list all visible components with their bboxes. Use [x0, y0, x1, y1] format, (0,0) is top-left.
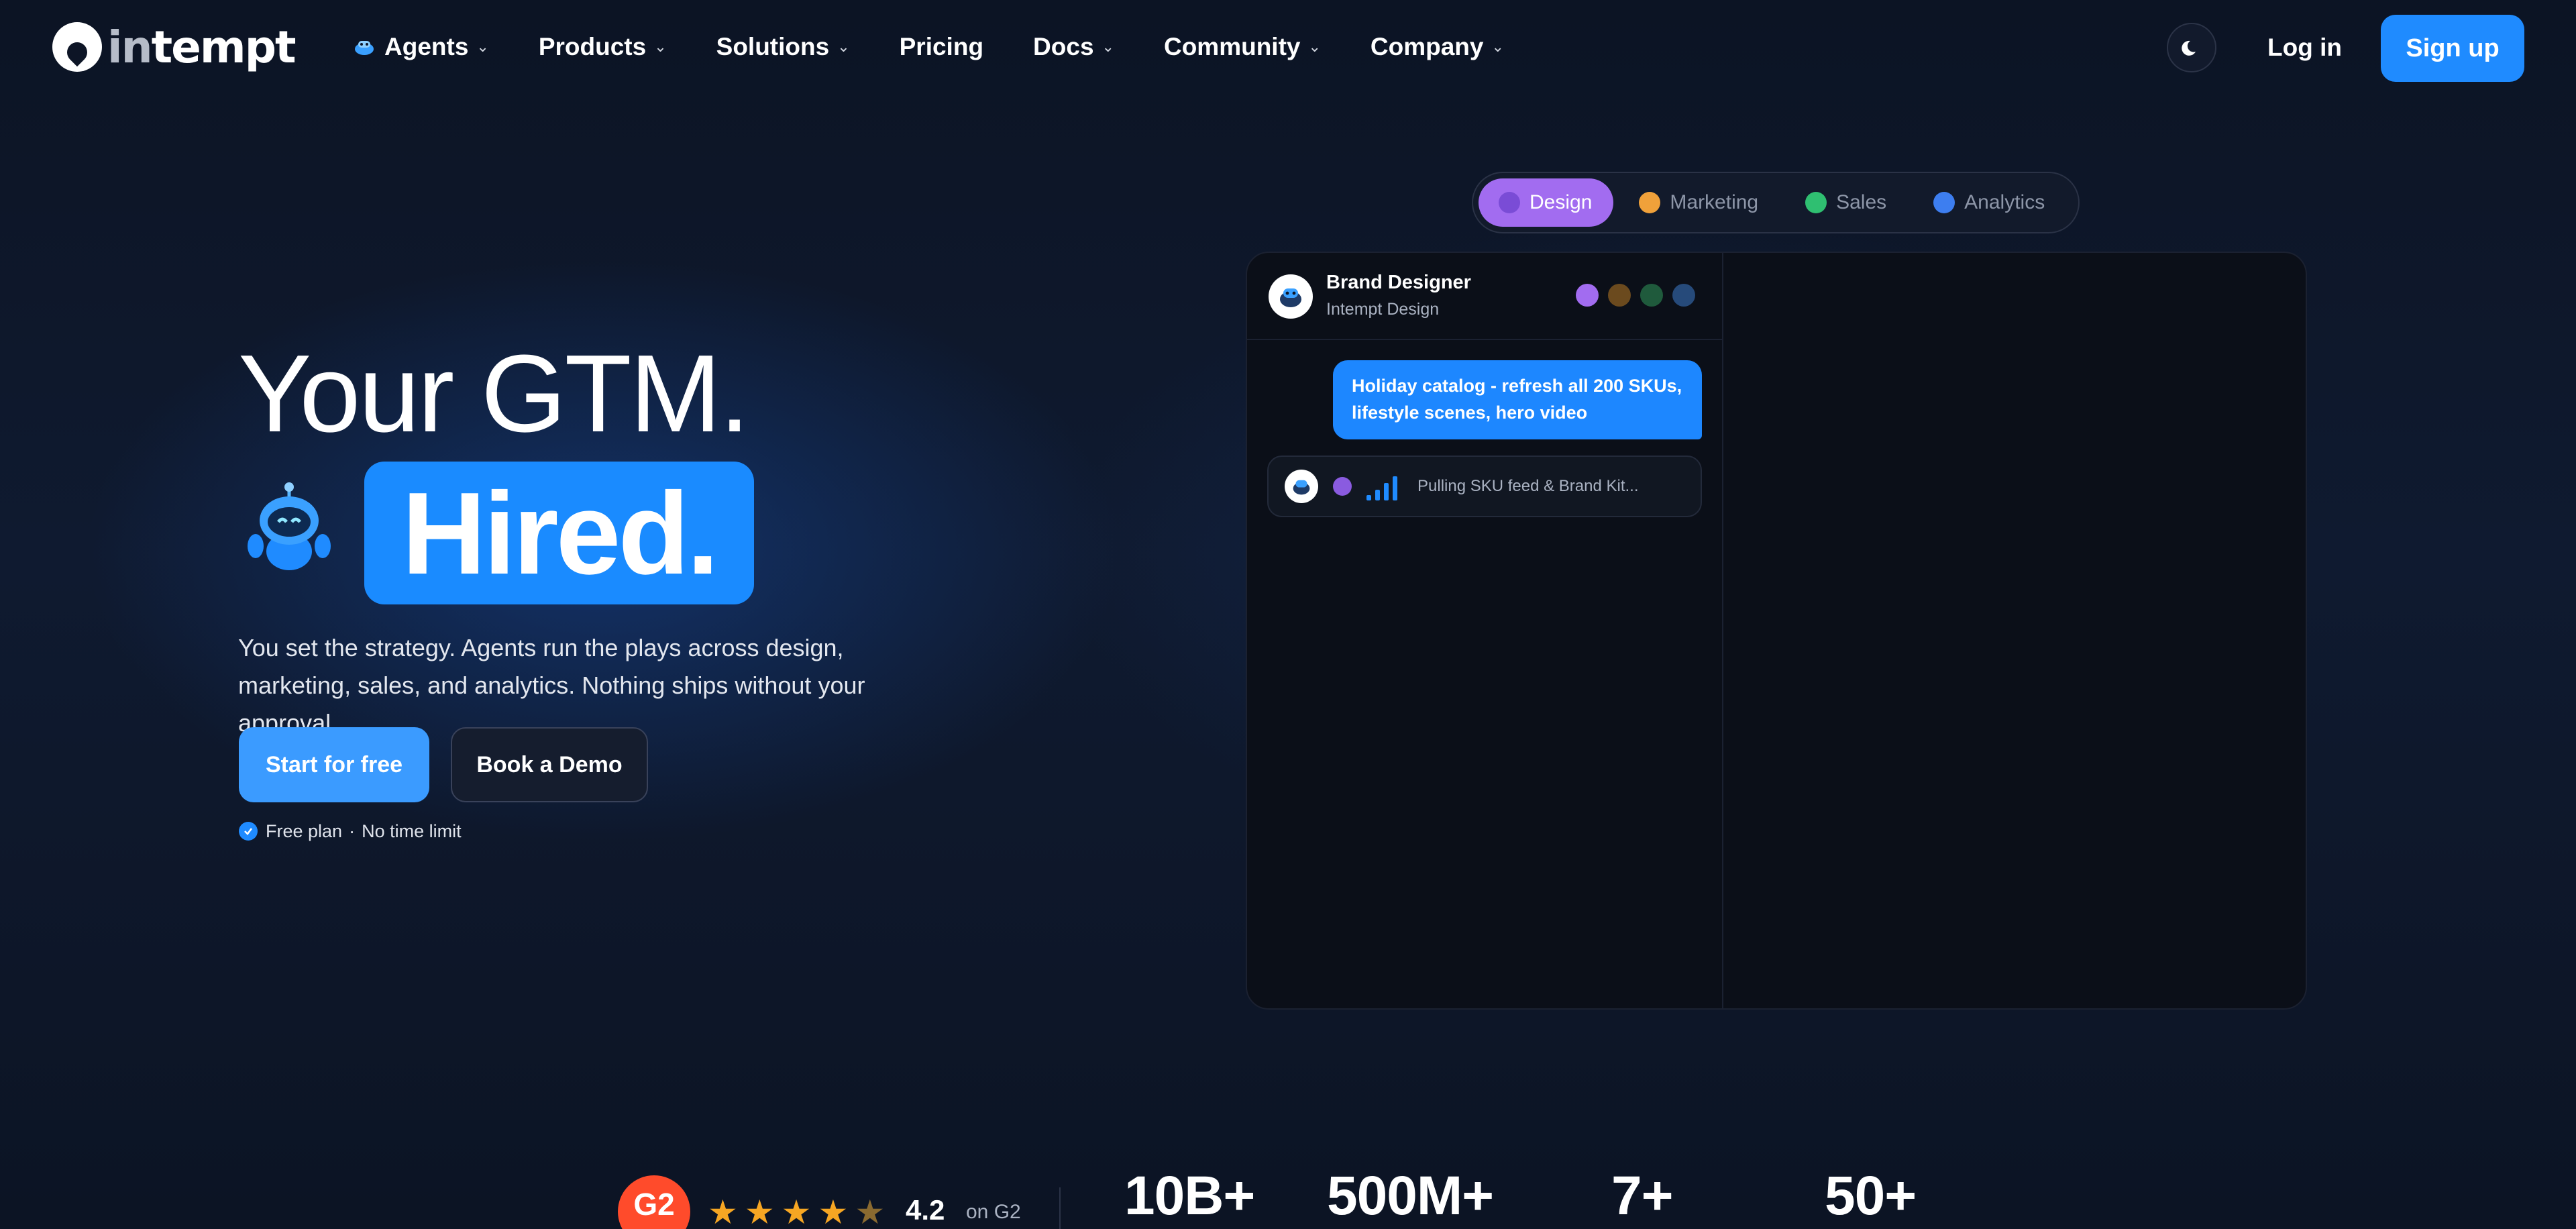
logo-mark-icon [52, 22, 102, 72]
agent-demo-panel: Brand Designer Intempt Design Holiday ca… [1246, 252, 2307, 1010]
agent-category-indicators [1576, 284, 1705, 307]
agent-robot-icon [1280, 288, 1301, 307]
nav-item-label: Products [538, 33, 647, 60]
book-demo-button[interactable]: Book a Demo [451, 727, 648, 802]
tab-label: Marketing [1670, 191, 1759, 213]
agent-robot-icon [1293, 480, 1310, 495]
nav-item-community[interactable]: Community ⌄ [1164, 33, 1321, 61]
hero-title-highlight: Hired. [401, 467, 719, 598]
star-icon: ★ [781, 1193, 812, 1229]
start-for-free-button[interactable]: Start for free [239, 727, 429, 802]
chevron-down-icon: ⌄ [1491, 38, 1504, 55]
nav-item-docs[interactable]: Docs ⌄ [1033, 33, 1114, 61]
chevron-down-icon: ⌄ [837, 38, 850, 55]
logo-text: intempt [107, 21, 296, 73]
rating-source: on G2 [966, 1201, 1021, 1223]
hired-highlight: Hired. [364, 462, 754, 604]
nav-item-label: Docs [1033, 33, 1094, 60]
nav-item-label: Solutions [716, 33, 830, 60]
chat-pane: Brand Designer Intempt Design Holiday ca… [1247, 253, 1723, 1008]
moon-icon [2182, 40, 2196, 56]
agent-org: Intempt Design [1326, 300, 1440, 319]
signup-button[interactable]: Sign up [2381, 15, 2524, 82]
chevron-down-icon: ⌄ [1308, 38, 1321, 55]
analytics-icon [1933, 192, 1955, 213]
hero-subtitle: You set the strategy. Agents run the pla… [238, 634, 865, 737]
robot-mascot-icon [248, 482, 331, 570]
agent-robot-icon [355, 41, 374, 55]
stat-value: 50+ [1825, 1165, 1917, 1226]
hero-title: Your GTM. [238, 332, 750, 455]
sales-icon [1805, 192, 1827, 213]
theme-toggle-button[interactable] [2167, 23, 2216, 72]
agent-status-row: Pulling SKU feed & Brand Kit... [1267, 456, 1702, 517]
logo[interactable]: intempt [52, 20, 296, 74]
star-icon: ★ [744, 1193, 775, 1229]
analytics-icon [1672, 284, 1695, 307]
rating-value: 4.2 [906, 1194, 945, 1226]
tab-analytics[interactable]: Analytics [1913, 178, 2066, 227]
nav-item-pricing[interactable]: Pricing [900, 33, 983, 61]
stat-value: 7+ [1611, 1165, 1673, 1226]
rating-stars: ★ ★ ★ ★ ★ [708, 1195, 892, 1229]
free-plan-note: Free plan · No time limit [239, 820, 462, 843]
stat-value: 10B+ [1124, 1165, 1255, 1226]
free-plan-text: Free plan [266, 820, 343, 841]
tab-sales[interactable]: Sales [1785, 178, 1908, 227]
activity-bars-icon [1366, 472, 1401, 500]
chevron-down-icon: ⌄ [654, 38, 667, 55]
star-icon: ★ [708, 1193, 738, 1229]
agent-category-tabs: Design Marketing Sales Analytics [1472, 172, 2080, 233]
chevron-down-icon: ⌄ [476, 38, 489, 55]
nav-item-company[interactable]: Company ⌄ [1371, 33, 1504, 61]
top-navigation: intempt Agents ⌄ Products ⌄ Solutions ⌄ … [0, 0, 2576, 95]
chevron-down-icon: ⌄ [1102, 38, 1114, 55]
agent-name: Brand Designer [1326, 272, 1471, 293]
nav-item-products[interactable]: Products ⌄ [539, 33, 667, 61]
stats-divider [1059, 1187, 1061, 1229]
nav-item-label: Pricing [899, 33, 984, 60]
tab-label: Analytics [1964, 191, 2045, 213]
nav-item-agents[interactable]: Agents ⌄ [352, 33, 489, 61]
chat-header: Brand Designer Intempt Design [1247, 253, 1723, 340]
design-icon [1576, 284, 1599, 307]
agent-avatar-small [1285, 470, 1318, 503]
nav-item-label: Community [1163, 33, 1301, 60]
marketing-icon [1608, 284, 1631, 307]
nav-item-label: Company [1370, 33, 1484, 60]
design-icon [1333, 477, 1352, 496]
tab-design[interactable]: Design [1479, 178, 1614, 227]
tab-marketing[interactable]: Marketing [1619, 178, 1780, 227]
star-icon: ★ [818, 1193, 849, 1229]
nav-item-label: Agents [384, 33, 469, 60]
sales-icon [1640, 284, 1663, 307]
agent-avatar [1269, 274, 1313, 319]
nav-links: Agents ⌄ Products ⌄ Solutions ⌄ Pricing … [352, 27, 1554, 67]
stat-value: 500M+ [1327, 1165, 1494, 1226]
tab-label: Design [1529, 191, 1593, 213]
star-icon: ★ [855, 1193, 885, 1229]
user-message-bubble: Holiday catalog - refresh all 200 SKUs, … [1333, 360, 1702, 439]
note-separator: · [349, 820, 356, 841]
no-time-limit-text: No time limit [362, 820, 462, 841]
design-icon [1499, 192, 1520, 213]
login-link[interactable]: Log in [2267, 30, 2342, 66]
marketing-icon [1639, 192, 1661, 213]
tab-label: Sales [1836, 191, 1887, 213]
check-circle-icon [239, 822, 258, 841]
agent-status-text: Pulling SKU feed & Brand Kit... [1417, 477, 1639, 495]
nav-item-solutions[interactable]: Solutions ⌄ [716, 33, 850, 61]
